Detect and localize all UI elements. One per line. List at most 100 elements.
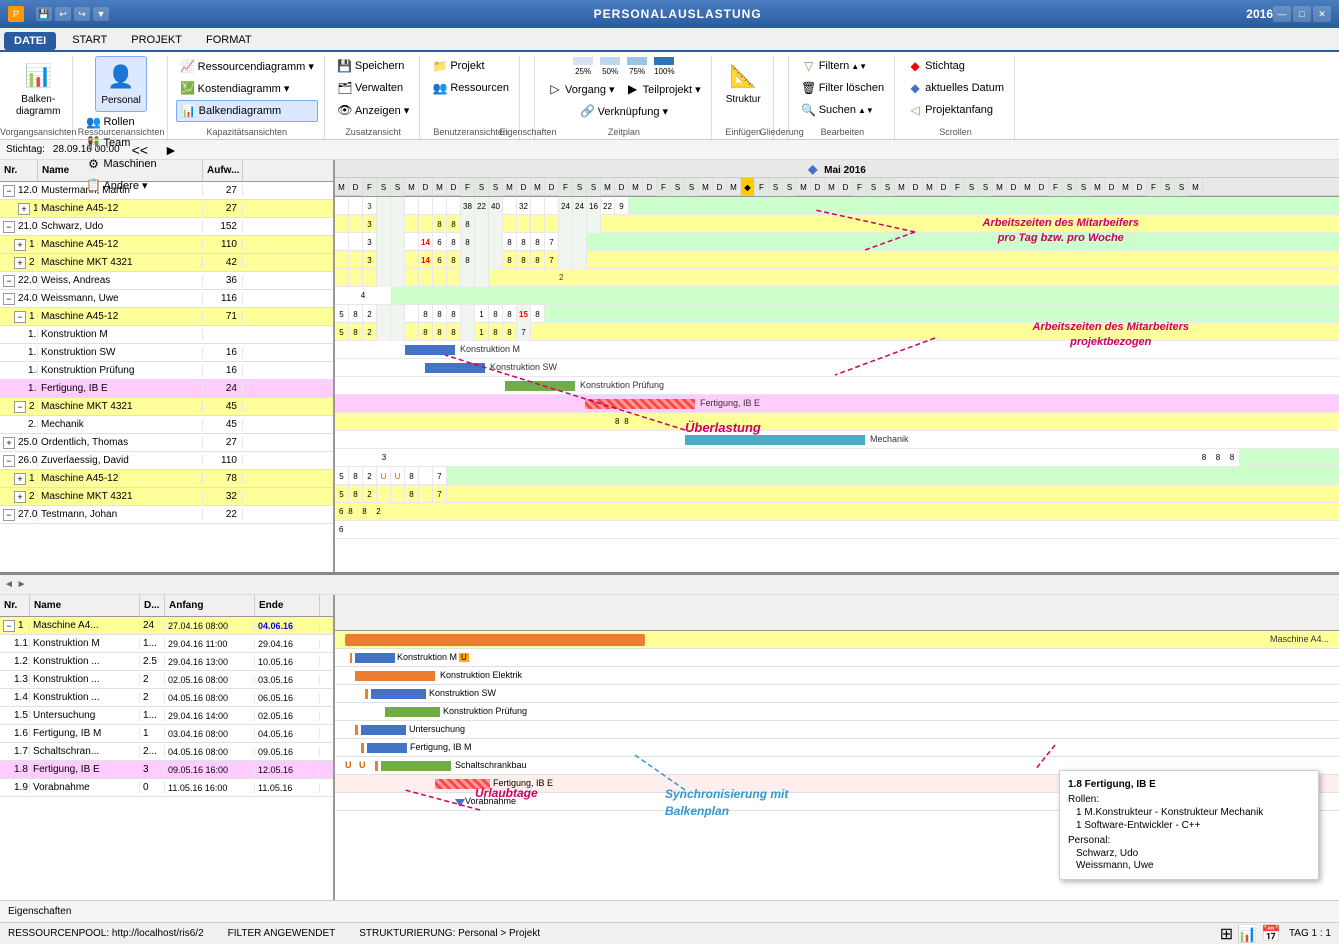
table-row[interactable]: 1.1 Konstruktion M	[0, 326, 333, 344]
btn-verwalten[interactable]: 🗂Verwalten	[333, 78, 413, 98]
btn-75pct[interactable]: 75%	[624, 56, 650, 77]
table-row[interactable]: +1 Maschine A45-12 27	[0, 200, 333, 218]
table-row[interactable]: 1.8 Fertigung, IB E 24	[0, 380, 333, 398]
btn-balkendiagramm-kap[interactable]: 📊Balkendiagramm	[176, 100, 318, 122]
table-row[interactable]: −21.01 Schwarz, Udo 152	[0, 218, 333, 236]
btn-balkendiagramm[interactable]: 📊 Balken-diagramm	[10, 56, 66, 122]
btn-filtern[interactable]: ▽Filtern▲▼	[797, 56, 888, 76]
btn-projektanfang[interactable]: ◁Projektanfang	[903, 100, 1008, 120]
tooltip-title: 1.8 Fertigung, IB E	[1068, 779, 1310, 790]
year-display: 2016	[1246, 7, 1273, 21]
table-row[interactable]: 1.4 Konstruktion ... 2 04.05.16 08:00 06…	[0, 689, 333, 707]
gantt-row: 3 8 8 8	[335, 215, 1339, 233]
table-row[interactable]: −12.01 Mustermann, Martin 27	[0, 182, 333, 200]
nav-next[interactable]: ►	[160, 142, 182, 158]
expand-icon[interactable]: −	[3, 620, 15, 632]
table-row[interactable]: 1.9 Vorabnahme 0 11.05.16 16:00 11.05.16	[0, 779, 333, 797]
btn-50pct[interactable]: 50%	[597, 56, 623, 77]
btn-anzeigen[interactable]: 👁Anzeigen ▾	[333, 100, 413, 120]
expand-icon[interactable]: +	[18, 203, 30, 215]
btn-suchen[interactable]: 🔍Suchen▲▼	[797, 100, 888, 120]
label-km: Konstruktion MU	[397, 652, 469, 662]
expand-icon[interactable]: −	[14, 311, 26, 323]
tab-projekt[interactable]: PROJEKT	[119, 30, 194, 50]
table-row[interactable]: −1 Maschine A4... 24 27.04.16 08:00 04.0…	[0, 617, 333, 635]
table-row[interactable]: −27.01 Testmann, Johan 22	[0, 506, 333, 524]
icon-gantt[interactable]: 📅	[1261, 924, 1281, 944]
expand-icon[interactable]: +	[14, 257, 26, 269]
table-row[interactable]: 1.4 Konstruktion Prüfung 16	[0, 362, 333, 380]
table-row[interactable]: 1.6 Fertigung, IB M 1 03.04.16 08:00 04.…	[0, 725, 333, 743]
expand-icon[interactable]: −	[3, 221, 15, 233]
expand-icon[interactable]: +	[14, 473, 26, 485]
expand-icon[interactable]: −	[3, 293, 15, 305]
btn-projekt[interactable]: 📁Projekt	[428, 56, 513, 76]
btn-vorgang[interactable]: ▷Vorgang ▾	[543, 79, 619, 99]
more-icon[interactable]: ▼	[93, 7, 109, 21]
expand-icon[interactable]: +	[14, 491, 26, 503]
bar-maschine-parent	[345, 634, 645, 646]
expand-icon[interactable]: −	[14, 401, 26, 413]
table-row[interactable]: +1 Maschine A45-12 78	[0, 470, 333, 488]
table-row[interactable]: +2 Maschine MKT 4321 32	[0, 488, 333, 506]
icon-grid[interactable]: 📊	[1237, 924, 1257, 944]
btn-kostendiagramm[interactable]: 💹Kostendiagramm ▾	[176, 78, 318, 98]
undo-icon[interactable]: ↩	[55, 7, 71, 21]
btn-stichtag[interactable]: ◆Stichtag	[903, 56, 1008, 76]
expand-icon[interactable]: −	[3, 275, 15, 287]
table-row[interactable]: 1.1 Konstruktion M 1... 29.04.16 11:00 2…	[0, 635, 333, 653]
bar-fertigung-ibe-low	[435, 779, 490, 789]
bar-konstruktion-sw	[425, 363, 485, 373]
table-row[interactable]: +25.01 Ordentlich, Thomas 27	[0, 434, 333, 452]
btn-andere[interactable]: 📋Andere ▾	[81, 175, 160, 195]
minimize-button[interactable]: —	[1273, 6, 1291, 22]
table-row[interactable]: 1.2 Konstruktion ... 2.5 29.04.16 13:00 …	[0, 653, 333, 671]
tab-format[interactable]: FORMAT	[194, 30, 264, 50]
icon-properties[interactable]: ⊞	[1220, 924, 1233, 944]
table-row[interactable]: 2.1.1 Mechanik 45	[0, 416, 333, 434]
gantt-row: 3 14 6 8 8 8 8 8 7	[335, 251, 1339, 269]
btn-ressourcen[interactable]: 👥Ressourcen	[428, 78, 513, 98]
gantt-row: Konstruktion Prüfung	[335, 377, 1339, 395]
table-row[interactable]: +1 Maschine A45-12 110	[0, 236, 333, 254]
btn-maschinen[interactable]: ⚙Maschinen	[81, 154, 160, 174]
expand-icon[interactable]: +	[3, 437, 15, 449]
upper-table-header: Nr. Name Aufw...	[0, 160, 333, 182]
table-row[interactable]: 1.8 Fertigung, IB E 3 09.05.16 16:00 12.…	[0, 761, 333, 779]
expand-icon[interactable]: −	[3, 185, 15, 197]
scroll-nav: ◄ ►	[0, 575, 1339, 595]
close-button[interactable]: ✕	[1313, 6, 1331, 22]
group-label-zusatz: Zusatzansicht	[345, 127, 401, 137]
table-row[interactable]: 1.3 Konstruktion ... 2 02.05.16 08:00 03…	[0, 671, 333, 689]
btn-aktuelles-datum[interactable]: ◆aktuelles Datum	[903, 78, 1008, 98]
table-row[interactable]: −1 Maschine A45-12 71	[0, 308, 333, 326]
btn-verknupfung[interactable]: 🔗Verknüpfung ▾	[576, 101, 672, 121]
expand-icon[interactable]: −	[3, 455, 15, 467]
table-row[interactable]: 1.5 Untersuchung 1... 29.04.16 14:00 02.…	[0, 707, 333, 725]
btn-speichern[interactable]: 💾Speichern	[333, 56, 413, 76]
tab-start[interactable]: START	[60, 30, 119, 50]
expand-icon[interactable]: +	[14, 239, 26, 251]
table-row[interactable]: −2 Maschine MKT 4321 45	[0, 398, 333, 416]
maximize-button[interactable]: □	[1293, 6, 1311, 22]
btn-ressourcendiagramm[interactable]: 📈Ressourcendiagramm ▾	[176, 56, 318, 76]
btn-struktur[interactable]: 📐 Struktur	[720, 56, 767, 110]
table-row[interactable]: +2 Maschine MKT 4321 42	[0, 254, 333, 272]
save-icon[interactable]: 💾	[36, 7, 52, 21]
btn-personal[interactable]: 👤 Personal	[95, 56, 147, 112]
table-row[interactable]: 1.7 Schaltschran... 2... 04.05.16 08:00 …	[0, 743, 333, 761]
table-row[interactable]: −22.01 Weiss, Andreas 36	[0, 272, 333, 290]
gantt-row: Konstruktion SW	[335, 359, 1339, 377]
btn-teilprojekt[interactable]: ▶Teilprojekt ▾	[621, 79, 705, 99]
expand-icon[interactable]: −	[3, 509, 15, 521]
bar-mechanik	[685, 435, 865, 445]
btn-100pct[interactable]: 100%	[651, 56, 677, 77]
btn-25pct[interactable]: 25%	[570, 56, 596, 77]
table-row[interactable]: −24.02 Weissmann, Uwe 116	[0, 290, 333, 308]
redo-icon[interactable]: ↪	[74, 7, 90, 21]
btn-filter-loschen[interactable]: 🗑Filter löschen	[797, 78, 888, 98]
table-row[interactable]: 1.3 Konstruktion SW 16	[0, 344, 333, 362]
label-fbm: Fertigung, IB M	[410, 742, 472, 752]
tab-datei[interactable]: DATEI	[4, 32, 56, 50]
table-row[interactable]: −26.01 Zuverlaessig, David 110	[0, 452, 333, 470]
